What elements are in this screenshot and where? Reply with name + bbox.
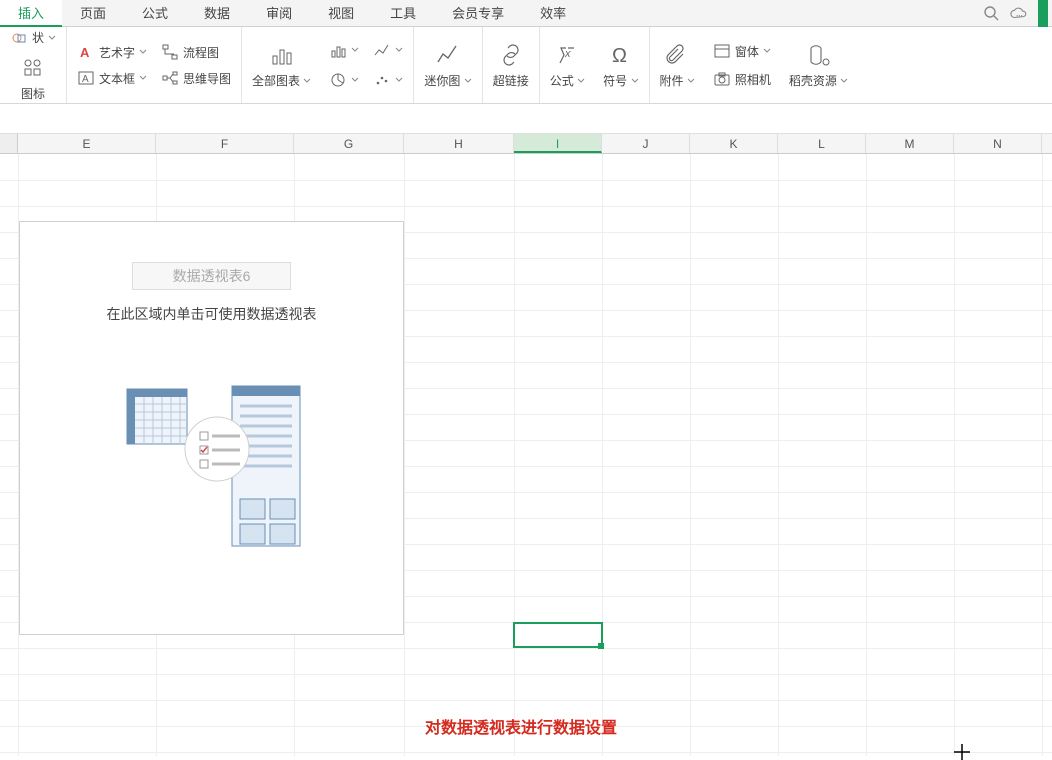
wordart-label: 艺术字: [99, 44, 135, 61]
cursor-crosshair: [954, 744, 970, 760]
omega-icon: Ω: [608, 42, 634, 68]
wordart-button[interactable]: A 艺术字: [77, 43, 147, 61]
all-charts-label: 全部图表: [252, 74, 300, 88]
shapes-label: 状: [32, 29, 44, 46]
sparkline-button[interactable]: 迷你图: [424, 42, 471, 89]
camera-button[interactable]: 照相机: [713, 70, 771, 88]
formula-label: 公式: [550, 74, 574, 88]
svg-text:Ω: Ω: [612, 45, 627, 67]
mindmap-button[interactable]: 思维导图: [161, 69, 231, 87]
resources-icon: [806, 42, 832, 68]
pivot-illustration: [38, 384, 385, 554]
camera-icon: [713, 70, 731, 88]
resources-button[interactable]: 稻壳资源: [789, 42, 848, 89]
menu-bar: 插入 页面 公式 数据 审阅 视图 工具 会员专享 效率: [0, 0, 1052, 27]
ribbon-group-hyperlink: 超链接: [483, 27, 540, 103]
textbox-button[interactable]: A 文本框: [77, 69, 147, 87]
chart-icon: [269, 42, 295, 68]
window-label: 窗体: [735, 43, 759, 60]
col-header-J[interactable]: J: [602, 134, 690, 153]
pie-chart-icon: [329, 71, 347, 89]
scatter-chart-button[interactable]: [373, 71, 403, 89]
ribbon-group-art: A 艺术字 流程图 A 文本框 思维导图: [67, 27, 242, 103]
spreadsheet-grid[interactable]: 数据透视表6 在此区域内单击可使用数据透视表: [0, 154, 1052, 756]
col-header-N[interactable]: N: [954, 134, 1042, 153]
col-header-F[interactable]: F: [156, 134, 294, 153]
icons-label: 图标: [21, 85, 45, 102]
camera-label: 照相机: [735, 71, 771, 88]
column-headers: E F G H I J K L M N: [0, 134, 1052, 154]
menu-review[interactable]: 审阅: [248, 0, 310, 27]
select-all-corner[interactable]: [0, 134, 18, 153]
col-header-L[interactable]: L: [778, 134, 866, 153]
line-chart-button[interactable]: [373, 41, 403, 59]
symbol-label: 符号: [603, 74, 627, 88]
mindmap-icon: [161, 69, 179, 87]
paperclip-icon: [664, 42, 690, 68]
symbol-button[interactable]: Ω 符号: [603, 42, 638, 89]
shapes-button[interactable]: 状: [10, 29, 56, 47]
menu-data[interactable]: 数据: [186, 0, 248, 27]
resources-label: 稻壳资源: [789, 74, 837, 88]
caption-text: 对数据透视表进行数据设置: [425, 714, 617, 738]
all-charts-button[interactable]: 全部图表: [252, 42, 311, 89]
link-icon: [498, 42, 524, 68]
col-header-K[interactable]: K: [690, 134, 778, 153]
textbox-icon: A: [77, 69, 95, 87]
hyperlink-button[interactable]: 超链接: [493, 42, 529, 89]
menu-page[interactable]: 页面: [62, 0, 124, 27]
window-button[interactable]: 窗体: [713, 42, 771, 60]
window-icon: [713, 42, 731, 60]
ribbon-group-charts: 全部图表: [242, 27, 414, 103]
ribbon-group-attachment: 附件 窗体 照相机 稻壳资源: [650, 27, 859, 103]
svg-text:x: x: [564, 48, 571, 60]
col-header-H[interactable]: H: [404, 134, 514, 153]
attachment-button[interactable]: 附件: [660, 42, 695, 89]
line-chart-icon: [373, 41, 391, 59]
flowchart-button[interactable]: 流程图: [161, 43, 219, 61]
col-header-E[interactable]: E: [18, 134, 156, 153]
bar-chart-icon: [329, 41, 347, 59]
sparkline-label: 迷你图: [424, 74, 460, 88]
ribbon: 状 图标 A 艺术字 流程图 A 文本框: [0, 27, 1052, 104]
shapes-icon: [10, 29, 28, 47]
bar-chart-button[interactable]: [329, 41, 359, 59]
sparkline-icon: [435, 42, 461, 68]
search-icon[interactable]: [982, 4, 1000, 22]
pivot-hint: 在此区域内单击可使用数据透视表: [38, 304, 385, 324]
cloud-icon[interactable]: [1010, 4, 1028, 22]
attachment-label: 附件: [660, 74, 684, 88]
formula-button[interactable]: x 公式: [550, 42, 585, 89]
menu-view[interactable]: 视图: [310, 0, 372, 27]
menu-tools[interactable]: 工具: [372, 0, 434, 27]
textbox-label: 文本框: [99, 70, 135, 87]
menu-vip[interactable]: 会员专享: [434, 0, 522, 27]
pie-chart-button[interactable]: [329, 71, 359, 89]
icons-button[interactable]: 图标: [10, 55, 56, 102]
col-header-I[interactable]: I: [514, 134, 602, 153]
menu-formula[interactable]: 公式: [124, 0, 186, 27]
scatter-chart-icon: [373, 71, 391, 89]
pivot-title: 数据透视表6: [132, 262, 292, 290]
wordart-icon: A: [77, 43, 95, 61]
col-header-G[interactable]: G: [294, 134, 404, 153]
menu-insert[interactable]: 插入: [0, 0, 62, 27]
svg-text:A: A: [80, 45, 90, 60]
ribbon-group-shapes: 状 图标: [0, 27, 67, 103]
selected-cell[interactable]: [513, 622, 603, 648]
flowchart-icon: [161, 43, 179, 61]
menu-efficiency[interactable]: 效率: [522, 0, 584, 27]
flowchart-label: 流程图: [183, 44, 219, 61]
pivot-table-placeholder[interactable]: 数据透视表6 在此区域内单击可使用数据透视表: [19, 221, 404, 635]
formula-bar-gap: [0, 104, 1052, 134]
ribbon-group-formula-symbol: x 公式 Ω 符号: [540, 27, 650, 103]
col-header-M[interactable]: M: [866, 134, 954, 153]
formula-icon: x: [554, 42, 580, 68]
mindmap-label: 思维导图: [183, 70, 231, 87]
icons-icon: [20, 55, 46, 81]
svg-text:A: A: [82, 74, 89, 85]
collapse-button[interactable]: [1038, 0, 1048, 27]
hyperlink-label: 超链接: [493, 72, 529, 89]
ribbon-group-sparkline: 迷你图: [414, 27, 482, 103]
